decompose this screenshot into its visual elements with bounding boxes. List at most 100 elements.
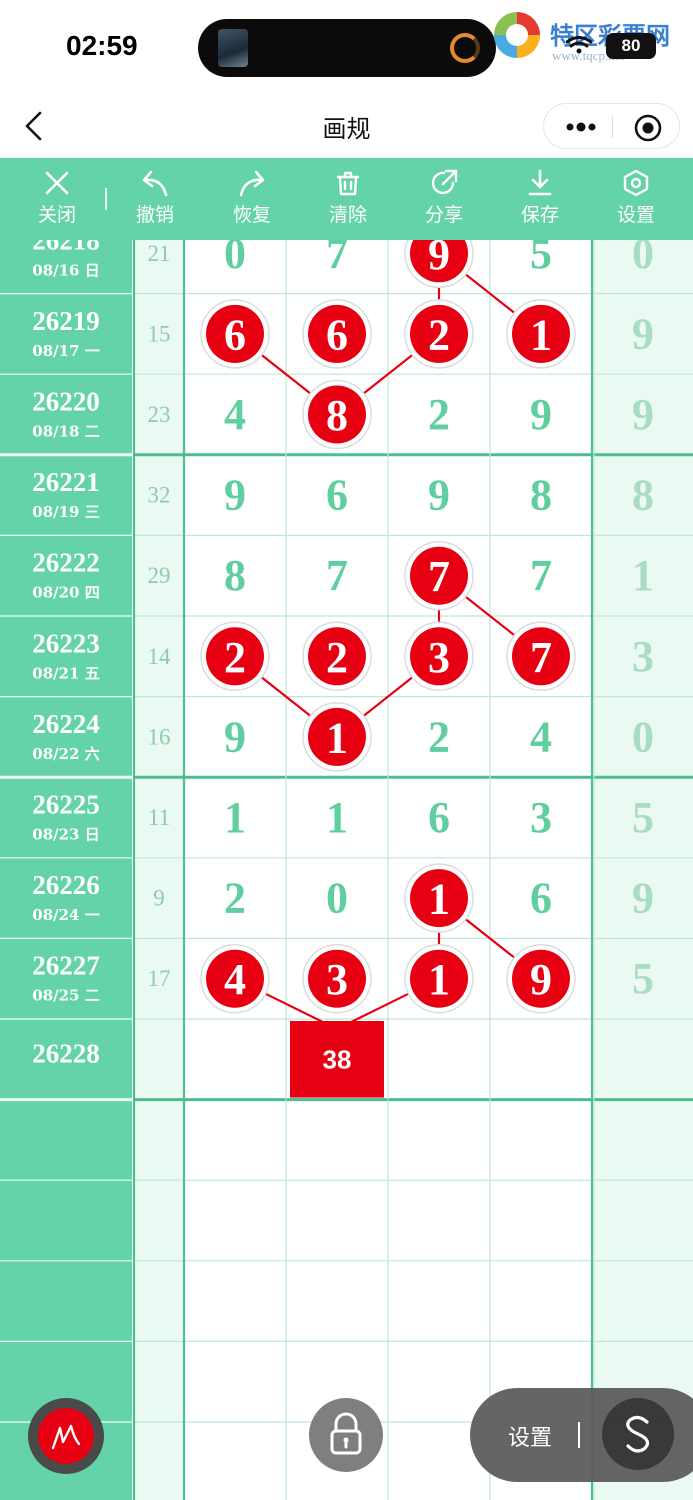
extra-digit: 5	[632, 793, 654, 842]
chart-grid[interactable]: 2621808/16 日21079502621908/17 一156621926…	[0, 240, 693, 1500]
digit-cell: 0	[326, 874, 348, 923]
digit-cell: 8	[530, 471, 552, 520]
highlight-digit: 4	[224, 955, 246, 1004]
pen-inner	[38, 1408, 94, 1464]
digit-cell: 4	[530, 712, 552, 761]
pen-button[interactable]	[28, 1398, 104, 1474]
pen-signature-icon	[51, 1424, 81, 1450]
close-button[interactable]: 关闭	[17, 164, 97, 236]
more-icon[interactable]	[564, 114, 598, 140]
trash-icon	[336, 171, 360, 196]
digit-cell: 2	[428, 712, 450, 761]
issue-date: 08/18 二	[32, 423, 99, 441]
sum-column-bg	[134, 240, 184, 1500]
issue-number: 26225	[32, 790, 100, 820]
extra-digit: 3	[632, 632, 654, 681]
mini-program-capsule	[543, 103, 680, 149]
highlight-digit: 2	[428, 310, 450, 359]
share-button[interactable]: 分享	[404, 164, 484, 236]
save-button[interactable]: 保存	[500, 164, 580, 236]
settings-hexagon-icon	[623, 169, 649, 197]
settings-button[interactable]: 设置	[596, 164, 676, 236]
drawing-toolbar: 关闭 撤销 恢复 清除 分享 保存 设置	[0, 158, 693, 240]
highlight-digit: 3	[428, 633, 450, 682]
highlight-digit: 6	[326, 310, 348, 359]
clear-button[interactable]: 清除	[308, 164, 388, 236]
issue-number: 26222	[32, 548, 100, 578]
issue-number: 26220	[32, 387, 100, 417]
highlight-digit: 2	[224, 633, 246, 682]
issue-date: 08/25 二	[32, 987, 99, 1005]
capsule-divider	[612, 116, 613, 138]
s-icon	[626, 1415, 650, 1453]
share-icon	[431, 169, 458, 195]
digit-cell: 2	[428, 390, 450, 439]
close-icon	[45, 171, 69, 195]
digit-cell: 5	[530, 240, 552, 278]
digit-cell: 1	[224, 793, 246, 842]
status-bar: 02:59 特区彩票网 www.tqcp.net 80	[0, 0, 693, 95]
dynamic-island	[198, 19, 496, 77]
highlight-digit: 1	[428, 955, 450, 1004]
issue-number: 26227	[32, 951, 100, 981]
toolbar-divider	[105, 188, 107, 210]
s-toggle-button[interactable]	[602, 1398, 674, 1470]
digit-cell: 8	[224, 551, 246, 600]
clear-label: 清除	[328, 204, 367, 226]
issue-date: 08/20 四	[32, 584, 99, 602]
digit-cell: 7	[530, 551, 552, 600]
issue-date: 08/24 一	[32, 906, 99, 924]
sum-value: 23	[148, 402, 171, 427]
highlight-digit: 7	[530, 633, 552, 682]
download-icon	[528, 169, 552, 196]
highlight-digit: 6	[224, 310, 246, 359]
activity-ring-icon	[450, 33, 480, 63]
close-label: 关闭	[37, 204, 76, 226]
issue-date: 08/19 三	[32, 503, 99, 521]
issue-number: 26223	[32, 628, 100, 658]
prediction-label: 38	[323, 1044, 352, 1074]
undo-button[interactable]: 撤销	[115, 164, 195, 236]
digit-cell: 0	[224, 240, 246, 278]
sum-value: 32	[148, 483, 171, 508]
digit-cell: 9	[428, 471, 450, 520]
issue-number: 26221	[32, 467, 100, 497]
highlight-digit: 7	[428, 552, 450, 601]
highlight-digit: 1	[428, 875, 450, 924]
redo-icon	[239, 170, 265, 197]
wifi-icon	[566, 36, 592, 54]
sum-value: 15	[148, 321, 171, 346]
issue-number: 26224	[32, 709, 100, 739]
battery-indicator: 80	[606, 33, 656, 59]
grid-canvas[interactable]: 2621808/16 日21079502621908/17 一156621926…	[0, 240, 693, 1500]
undo-label: 撤销	[135, 204, 174, 226]
issue-number: 26219	[32, 306, 100, 336]
digit-cell: 9	[530, 390, 552, 439]
extra-digit: 9	[632, 390, 654, 439]
extra-digit: 9	[632, 874, 654, 923]
digit-cell: 6	[428, 793, 450, 842]
digit-cell: 1	[326, 793, 348, 842]
close-miniprogram-icon[interactable]	[633, 113, 663, 143]
sum-value: 14	[148, 644, 172, 669]
nav-bar: 画规	[0, 95, 693, 158]
extra-digit: 0	[632, 240, 654, 278]
digit-cell: 6	[326, 471, 348, 520]
sum-value: 11	[148, 805, 170, 830]
highlight-digit: 2	[326, 633, 348, 682]
now-playing-thumbnail	[218, 29, 248, 67]
lock-button[interactable]	[309, 1398, 383, 1472]
highlight-digit: 9	[428, 240, 450, 279]
extra-digit: 0	[632, 712, 654, 761]
extra-digit: 9	[632, 309, 654, 358]
floating-settings-bar: 设置	[470, 1388, 693, 1482]
issue-date: 08/21 五	[32, 664, 99, 682]
digit-cell: 3	[530, 793, 552, 842]
highlight-digit: 8	[326, 391, 348, 440]
redo-button[interactable]: 恢复	[212, 164, 292, 236]
floating-settings-label[interactable]: 设置	[508, 1420, 552, 1452]
issue-date: 08/16 日	[32, 261, 99, 279]
sum-value: 29	[148, 563, 171, 588]
digit-cell: 7	[326, 551, 348, 600]
digit-cell: 9	[224, 471, 246, 520]
